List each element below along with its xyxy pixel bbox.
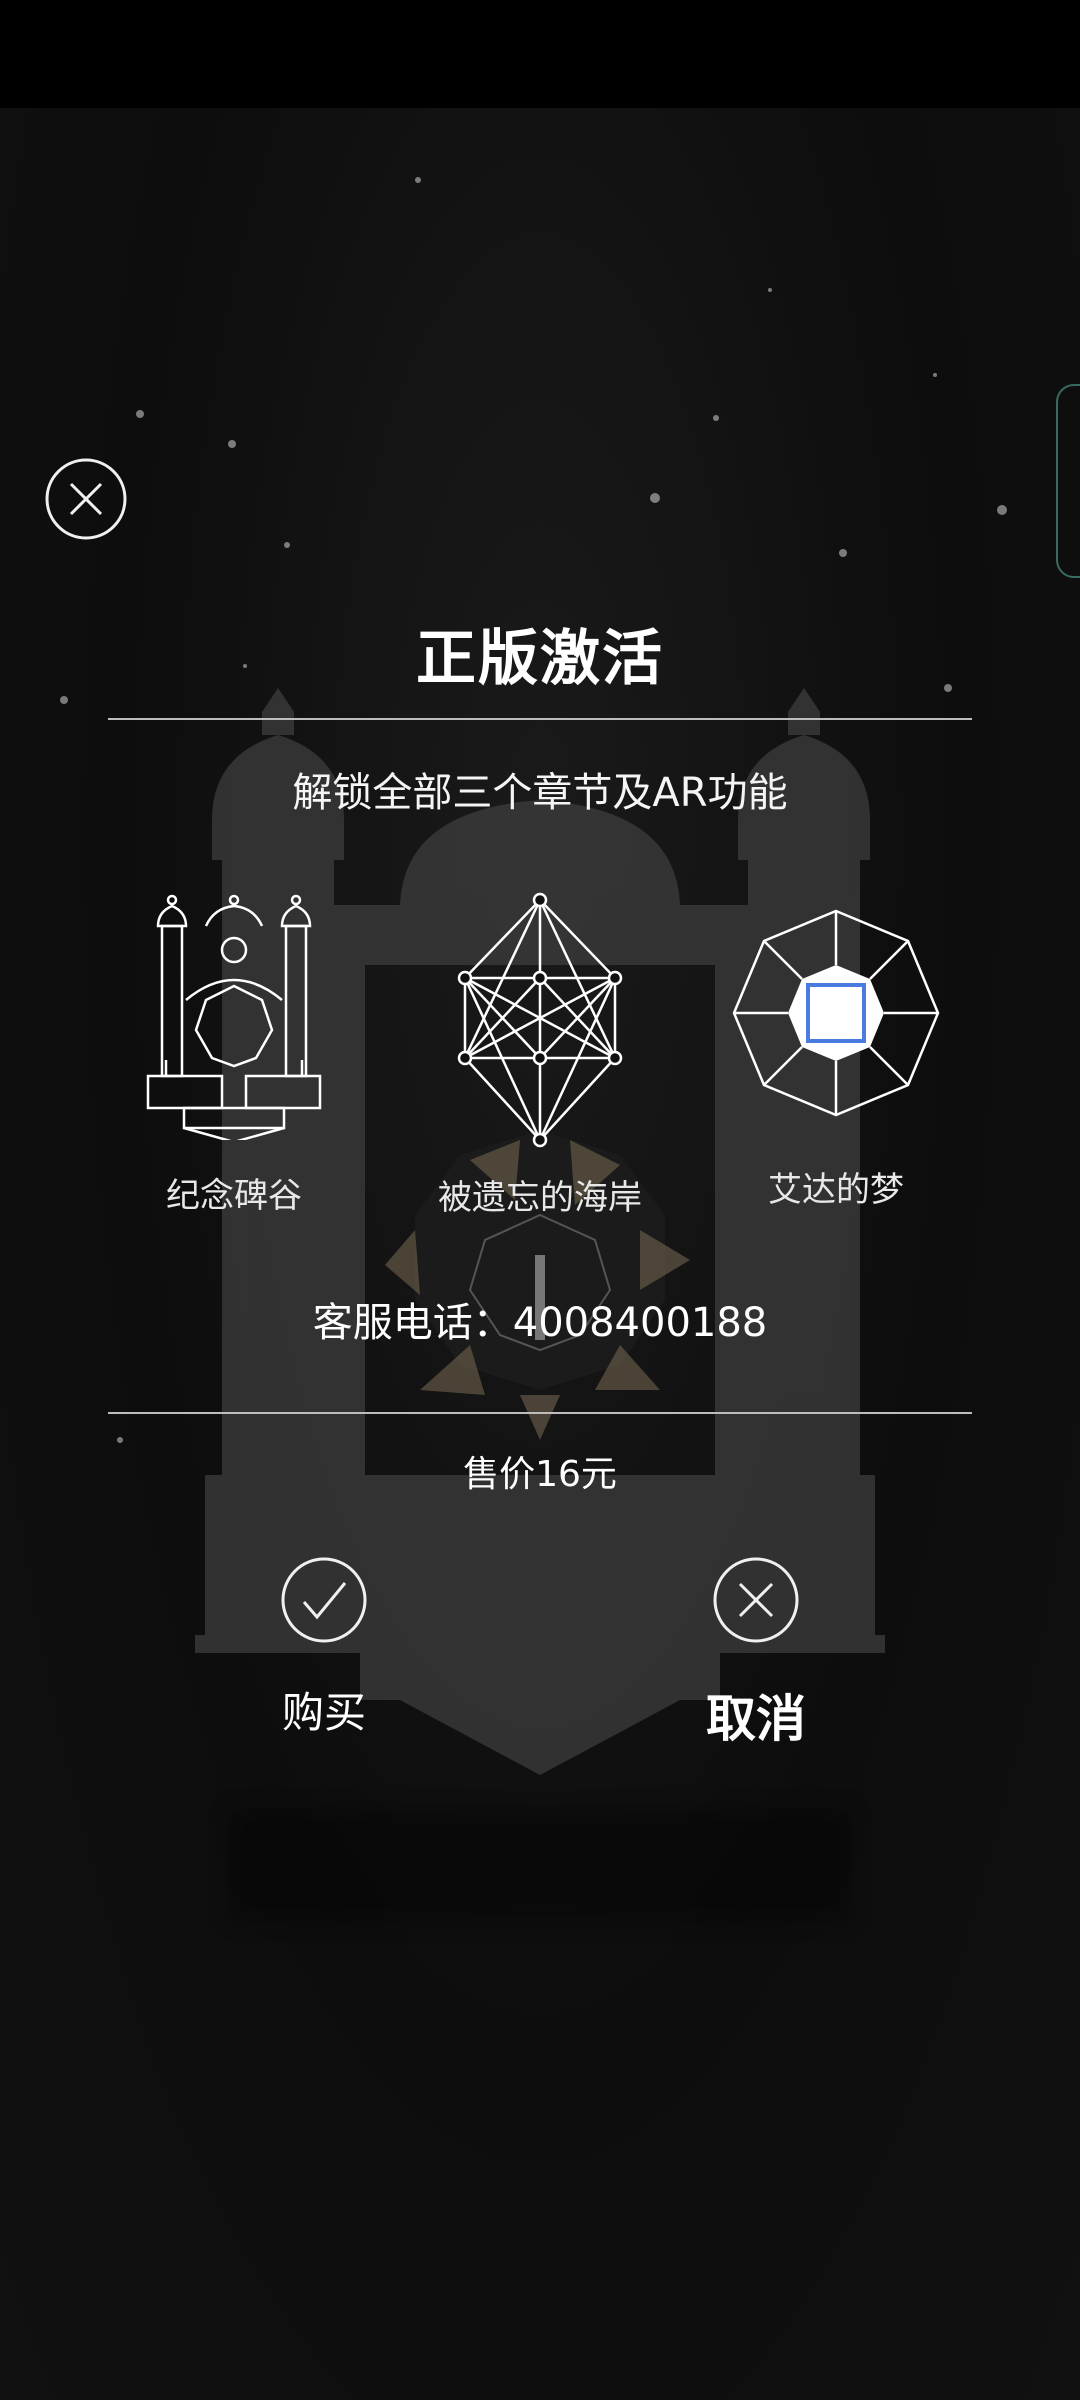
bottom-shadow bbox=[230, 1810, 850, 1920]
checkmark-icon bbox=[281, 1557, 367, 1643]
monument-valley-icon bbox=[146, 894, 322, 1140]
chapter-monument-valley bbox=[94, 890, 374, 1140]
chapter-label-idas-dream: 艾达的梦 bbox=[768, 1170, 904, 1210]
chapter-label-monument-valley: 纪念碑谷 bbox=[166, 1176, 302, 1216]
close-button[interactable] bbox=[44, 457, 128, 541]
buy-label: 购买 bbox=[281, 1688, 366, 1737]
cancel-label: 取消 bbox=[706, 1690, 806, 1748]
close-icon bbox=[45, 458, 127, 540]
cancel-icon bbox=[713, 1557, 799, 1643]
price-label: 售价16元 bbox=[463, 1454, 617, 1495]
chapter-forgotten-shores bbox=[400, 890, 680, 1150]
forgotten-shores-icon bbox=[457, 892, 623, 1148]
activation-screen: 正版激活 解锁全部三个章节及AR功能 纪念碑谷 被遗忘的海岸 艾达的梦 客服电话… bbox=[0, 0, 1080, 2400]
chapter-idas-dream bbox=[696, 905, 976, 1121]
cancel-button[interactable]: 取消 bbox=[656, 1555, 856, 1751]
idas-dream-icon bbox=[732, 909, 940, 1117]
bottom-divider bbox=[108, 1412, 972, 1414]
dialog-title: 正版激活 bbox=[416, 624, 664, 694]
top-divider bbox=[108, 718, 972, 720]
customer-service-phone: 客服电话：4008400188 bbox=[312, 1300, 768, 1346]
unlock-description: 解锁全部三个章节及AR功能 bbox=[292, 770, 788, 816]
side-tab-handle[interactable] bbox=[1056, 384, 1080, 578]
buy-button[interactable]: 购买 bbox=[224, 1555, 424, 1740]
chapter-label-forgotten-shores: 被遗忘的海岸 bbox=[438, 1178, 642, 1218]
